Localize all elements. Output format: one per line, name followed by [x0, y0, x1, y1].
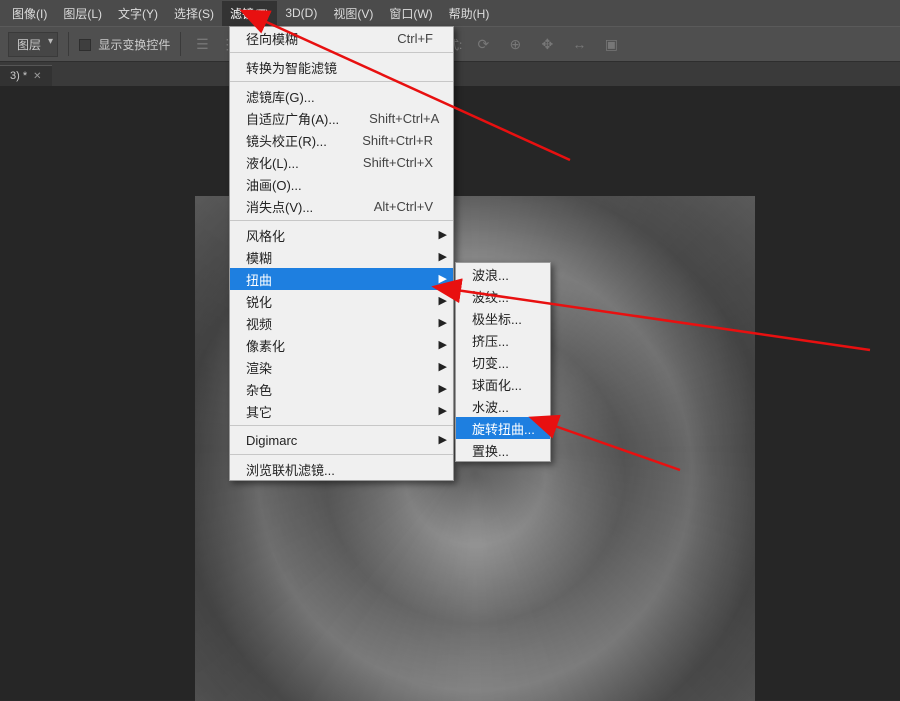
- submenu-item-pinch[interactable]: 挤压...: [456, 329, 550, 351]
- submenu-arrow-icon: ▶: [439, 294, 447, 307]
- submenu-item-displace[interactable]: 置换...: [456, 439, 550, 461]
- show-transform-toggle[interactable]: 显示变换控件: [79, 36, 170, 53]
- submenu-item-twirl[interactable]: 旋转扭曲...: [456, 417, 550, 439]
- checkbox-icon: [79, 39, 91, 51]
- menu-item-distort[interactable]: 扭曲▶: [230, 268, 453, 290]
- separator: [230, 220, 453, 221]
- menu-help[interactable]: 帮助(H): [441, 1, 498, 26]
- layer-dropdown[interactable]: 图层: [8, 32, 58, 57]
- align-icon[interactable]: ☰: [191, 33, 213, 55]
- menu-3d[interactable]: 3D(D): [277, 2, 325, 24]
- submenu-arrow-icon: ▶: [439, 228, 447, 241]
- separator: [68, 32, 69, 56]
- menu-item-blur[interactable]: 模糊▶: [230, 246, 453, 268]
- 3d-pan-icon[interactable]: ✥: [536, 33, 558, 55]
- submenu-arrow-icon: ▶: [439, 272, 447, 285]
- submenu-item-wave[interactable]: 波浪...: [456, 263, 550, 285]
- 3d-orbit-icon[interactable]: ⟳: [472, 33, 494, 55]
- menu-item-stylize[interactable]: 风格化▶: [230, 224, 453, 246]
- menu-image[interactable]: 图像(I): [4, 1, 55, 26]
- menu-item-browse-online[interactable]: 浏览联机滤镜...: [230, 458, 453, 480]
- menubar: 图像(I) 图层(L) 文字(Y) 选择(S) 滤镜(T) 3D(D) 视图(V…: [0, 0, 900, 26]
- menu-type[interactable]: 文字(Y): [110, 1, 166, 26]
- menu-item-noise[interactable]: 杂色▶: [230, 378, 453, 400]
- menu-item-liquify[interactable]: 液化(L)...Shift+Ctrl+X: [230, 151, 453, 173]
- submenu-item-zigzag[interactable]: 水波...: [456, 395, 550, 417]
- menu-item-digimarc[interactable]: Digimarc▶: [230, 429, 453, 451]
- separator: [230, 52, 453, 53]
- separator: [180, 32, 181, 56]
- submenu-item-spherize[interactable]: 球面化...: [456, 373, 550, 395]
- 3d-slide-icon[interactable]: ↔: [568, 33, 590, 55]
- menu-item-video[interactable]: 视频▶: [230, 312, 453, 334]
- menu-item-last-filter[interactable]: 径向模糊 Ctrl+F: [230, 27, 453, 49]
- menu-window[interactable]: 窗口(W): [381, 1, 440, 26]
- submenu-item-ripple[interactable]: 波纹...: [456, 285, 550, 307]
- submenu-arrow-icon: ▶: [439, 382, 447, 395]
- filter-menu: 径向模糊 Ctrl+F 转换为智能滤镜 滤镜库(G)... 自适应广角(A)..…: [229, 26, 454, 481]
- submenu-item-shear[interactable]: 切变...: [456, 351, 550, 373]
- submenu-arrow-icon: ▶: [439, 316, 447, 329]
- document-tab-label: 3) *: [10, 70, 27, 82]
- menu-item-oilpaint[interactable]: 油画(O)...: [230, 173, 453, 195]
- distort-submenu: 波浪... 波纹... 极坐标... 挤压... 切变... 球面化... 水波…: [455, 262, 551, 462]
- menu-item-render[interactable]: 渲染▶: [230, 356, 453, 378]
- menu-layer[interactable]: 图层(L): [55, 1, 110, 26]
- menu-filter[interactable]: 滤镜(T): [222, 1, 277, 26]
- menu-item-adaptive-wide[interactable]: 自适应广角(A)...Shift+Ctrl+A: [230, 107, 453, 129]
- submenu-arrow-icon: ▶: [439, 338, 447, 351]
- submenu-arrow-icon: ▶: [439, 250, 447, 263]
- menu-view[interactable]: 视图(V): [325, 1, 381, 26]
- menu-item-convert-smart[interactable]: 转换为智能滤镜: [230, 56, 453, 78]
- separator: [230, 454, 453, 455]
- menu-item-pixelate[interactable]: 像素化▶: [230, 334, 453, 356]
- separator: [230, 81, 453, 82]
- submenu-arrow-icon: ▶: [439, 404, 447, 417]
- 3d-rotate-icon[interactable]: ⊕: [504, 33, 526, 55]
- menu-item-lens-correction[interactable]: 镜头校正(R)...Shift+Ctrl+R: [230, 129, 453, 151]
- document-tab[interactable]: 3) * ✕: [0, 65, 52, 86]
- submenu-arrow-icon: ▶: [439, 360, 447, 373]
- close-icon[interactable]: ✕: [33, 71, 41, 82]
- menu-item-other[interactable]: 其它▶: [230, 400, 453, 422]
- menu-item-filter-gallery[interactable]: 滤镜库(G)...: [230, 85, 453, 107]
- 3d-camera-icon[interactable]: ▣: [600, 33, 622, 55]
- submenu-arrow-icon: ▶: [439, 433, 447, 446]
- menu-item-sharpen[interactable]: 锐化▶: [230, 290, 453, 312]
- menu-select[interactable]: 选择(S): [166, 1, 222, 26]
- separator: [230, 425, 453, 426]
- menu-item-vanishing-point[interactable]: 消失点(V)...Alt+Ctrl+V: [230, 195, 453, 217]
- show-transform-label: 显示变换控件: [98, 38, 170, 52]
- submenu-item-polar[interactable]: 极坐标...: [456, 307, 550, 329]
